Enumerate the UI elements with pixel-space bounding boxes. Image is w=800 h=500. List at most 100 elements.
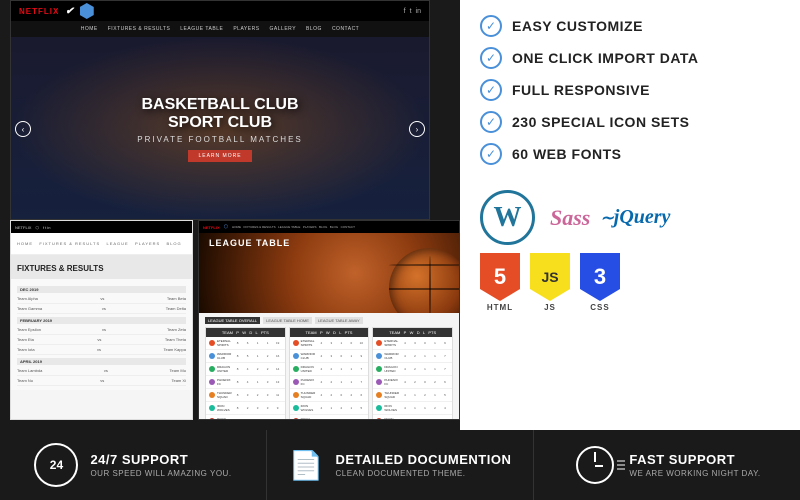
table-row: IRON WOLVES41124: [373, 402, 452, 415]
css3-label: CSS: [590, 303, 609, 312]
table-header-home: TEAM P W D L PTS: [290, 328, 369, 337]
fixtures-body: DEC 2019 Team AlphavsTeam Beta Team Gamm…: [11, 279, 192, 390]
fixture-row-5: Team IotavsTeam Kappa: [17, 345, 186, 355]
main-container: NETFLIX ✔ f t in HOME FIXTURES & RESULTS…: [0, 0, 800, 500]
feature-label-one-click-import: ONE CLICK IMPORT DATA: [512, 50, 699, 66]
menu-item-contact[interactable]: CONTACT: [332, 26, 359, 32]
table-row: ROYAL EAGLES41124: [373, 415, 452, 420]
js-number: JS: [541, 270, 558, 284]
css3-badge: 3 CSS: [580, 253, 620, 312]
hero-arrow-right[interactable]: ›: [409, 121, 425, 137]
doc-text: DETAILED DOCUMENTION CLEAN DOCUMENTED TH…: [336, 452, 512, 478]
facebook-icon: f: [404, 8, 406, 15]
table-header-overall: TEAM P W D L PTS: [206, 328, 285, 337]
fixture-date-3: APRIL 2019: [17, 358, 186, 365]
doc-title: DETAILED DOCUMENTION: [336, 452, 512, 467]
css3-shield: 3: [580, 253, 620, 301]
support-24-icon: 24: [34, 443, 78, 487]
jquery-logo: ∼jQuery: [600, 206, 670, 229]
sub-preview-league: NETFLIX ⬡ HOME FIXTURES & RESULTS LEAGUE…: [198, 220, 460, 420]
table-row: IRON WOLVES82339: [206, 402, 285, 415]
menu-item-fixtures[interactable]: FIXTURES & RESULTS: [108, 26, 171, 32]
menu-item-players[interactable]: PLAYERS: [233, 26, 259, 32]
table-header-away: TEAM P W D L PTS: [373, 328, 452, 337]
hero-nav: NETFLIX ✔ f t in: [11, 1, 429, 21]
table-row: THUNDER SQUAD41215: [373, 389, 452, 402]
sub-preview-fixtures: NETFLIX ⬡ f t in HOME FIXTURES & RESULTS…: [10, 220, 193, 420]
speed-lines: [617, 461, 625, 470]
table-col-home: TEAM P W D L PTS ETERNAL SPIRITS431010 W…: [289, 327, 370, 420]
table-row: PHOENIX FC841313: [206, 376, 285, 389]
fast-subtitle: WE ARE WORKING NIGHT DAY.: [629, 469, 760, 478]
table-row: DRAGON UNITED842214: [206, 363, 285, 376]
table-row: IRON WOLVES41215: [290, 402, 369, 415]
sub-nav-dark-fixtures: NETFLIX ⬡ f t in: [11, 221, 192, 233]
table-row: WARRIOR CLUB43019: [290, 350, 369, 363]
table-col-overall: TEAM P W D L PTS ETERNAL SPIRITS861119 W…: [205, 327, 286, 420]
tech-row-scripts: W Sass ∼jQuery: [480, 190, 780, 245]
bottom-section-support: 24 24/7 SUPPORT OUR SPEED WILL AMAZING Y…: [0, 430, 267, 500]
sass-logo: Sass: [550, 205, 590, 231]
support-text: 24/7 SUPPORT OUR SPEED WILL AMAZING YOU.: [90, 452, 231, 478]
tab-away[interactable]: LEAGUE TABLE AWAY: [315, 317, 363, 324]
shield-icon: [80, 3, 94, 19]
js-shield: JS: [530, 253, 570, 301]
sub-menu-items: HOME FIXTURES & RESULTS LEAGUE TABLE PLA…: [232, 225, 355, 229]
hero-preview: NETFLIX ✔ f t in HOME FIXTURES & RESULTS…: [10, 0, 430, 220]
support-title: 24/7 SUPPORT: [90, 452, 231, 467]
feature-list: ✓ EASY CUSTOMIZE ✓ ONE CLICK IMPORT DATA…: [480, 15, 780, 175]
tab-overall[interactable]: LEAGUE TABLE OVERALL: [205, 317, 260, 324]
netflix-logo: NETFLIX: [19, 7, 59, 16]
left-panel: NETFLIX ✔ f t in HOME FIXTURES & RESULTS…: [0, 0, 460, 430]
feature-item-one-click-import: ✓ ONE CLICK IMPORT DATA: [480, 47, 780, 69]
wordpress-logo: W: [480, 190, 535, 245]
hero-arrow-left[interactable]: ‹: [15, 121, 31, 137]
wordpress-letter: W: [494, 202, 522, 234]
fixtures-title: FIXTURES & RESULTS: [17, 264, 104, 273]
feature-item-easy-customize: ✓ EASY CUSTOMIZE: [480, 15, 780, 37]
hero-nav-logos: NETFLIX ✔: [19, 3, 94, 19]
table-row: PHOENIX FC42026: [373, 376, 452, 389]
feature-item-icon-sets: ✓ 230 SPECIAL ICON SETS: [480, 111, 780, 133]
html5-label: HTML: [487, 303, 513, 312]
table-row: ROYAL EAGLES82248: [206, 415, 285, 420]
feature-label-icon-sets: 230 SPECIAL ICON SETS: [512, 114, 690, 130]
fast-support-icon: [573, 443, 617, 487]
hero-text-block: BASKETBALL CLUB SPORT CLUB PRIVATE FOOTB…: [137, 96, 303, 162]
check-icon-web-fonts: ✓: [480, 143, 502, 165]
fixture-row-1: Team AlphavsTeam Beta: [17, 294, 186, 304]
js-label: JS: [544, 303, 556, 312]
support-24-label: 24: [50, 458, 63, 472]
doc-icon: 📄: [289, 449, 324, 482]
menu-item-blog[interactable]: BLOG: [306, 26, 322, 32]
sub-nav-light-fixtures: HOME FIXTURES & RESULTS LEAGUE PLAYERS B…: [11, 233, 192, 255]
basketball-image: LEAGUE TABLE: [199, 233, 459, 313]
table-row: THUNDER SQUAD42026: [290, 389, 369, 402]
table-row: THUNDER SQUAD832311: [206, 389, 285, 402]
twitter-icon: t: [410, 8, 412, 15]
league-overlay-title: LEAGUE TABLE: [209, 238, 290, 248]
wordpress-circle: W: [480, 190, 535, 245]
fast-text: FAST SUPPORT WE ARE WORKING NIGHT DAY.: [629, 452, 760, 478]
html5-shield: 5: [480, 253, 520, 301]
table-col-away: TEAM P W D L PTS ETERNAL SPIRITS43019 WA…: [372, 327, 453, 420]
hero-learn-more-button[interactable]: LEARN MORE: [188, 150, 251, 162]
table-row: DRAGON UNITED42117: [290, 363, 369, 376]
tab-home[interactable]: LEAGUE TABLE HOME: [263, 317, 312, 324]
menu-item-league[interactable]: LEAGUE TABLE: [180, 26, 223, 32]
menu-item-home[interactable]: HOME: [81, 26, 98, 32]
html5-badge: 5 HTML: [480, 253, 520, 312]
fast-title: FAST SUPPORT: [629, 452, 760, 467]
menu-item-gallery[interactable]: GALLERY: [270, 26, 296, 32]
feature-label-full-responsive: FULL RESPONSIVE: [512, 82, 650, 98]
hero-nav-social: f t in: [404, 8, 421, 15]
fixture-row-3: Team EpsilonvsTeam Zeta: [17, 325, 186, 335]
league-table-content: LEAGUE TABLE OVERALL LEAGUE TABLE HOME L…: [199, 313, 459, 420]
sub-previews: NETFLIX ⬡ f t in HOME FIXTURES & RESULTS…: [0, 220, 460, 430]
table-row: ETERNAL SPIRITS861119: [206, 337, 285, 350]
bottom-section-doc: 📄 DETAILED DOCUMENTION CLEAN DOCUMENTED …: [267, 430, 534, 500]
table-row: ROYAL EAGLES41124: [290, 415, 369, 420]
league-tabs: LEAGUE TABLE OVERALL LEAGUE TABLE HOME L…: [205, 317, 453, 324]
css3-number: 3: [594, 266, 606, 288]
top-section: NETFLIX ✔ f t in HOME FIXTURES & RESULTS…: [0, 0, 800, 430]
